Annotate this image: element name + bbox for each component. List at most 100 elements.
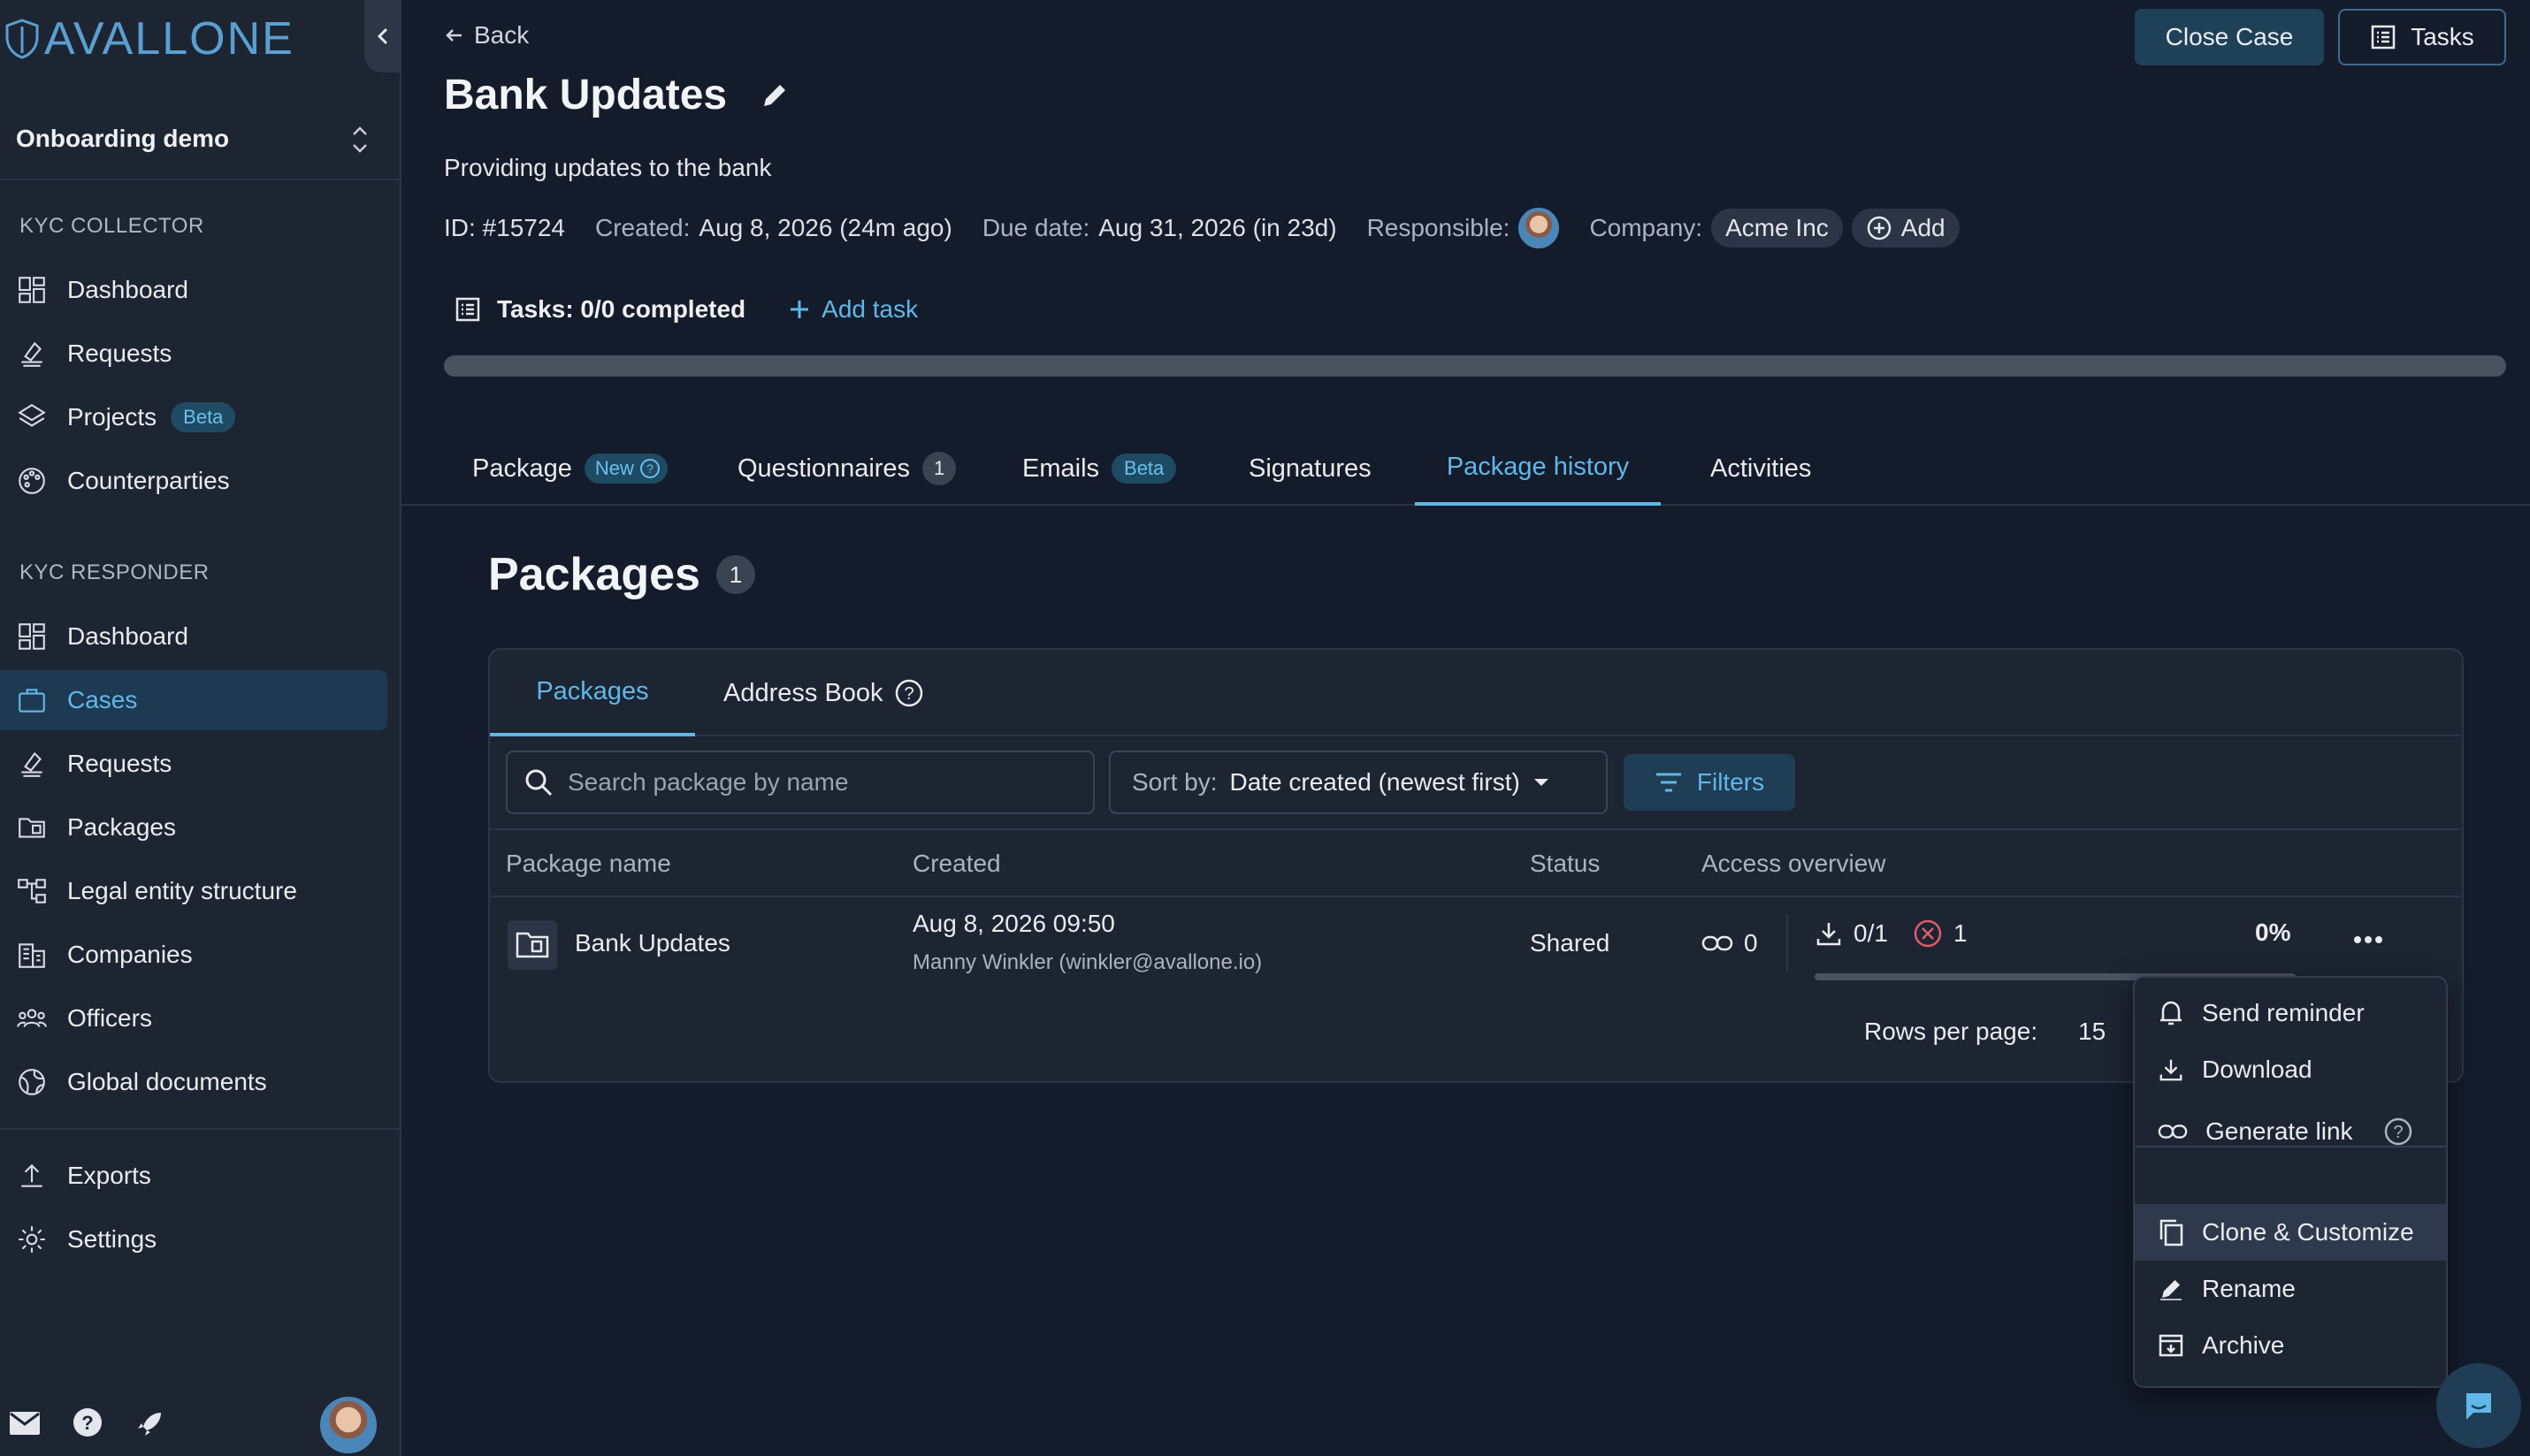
sidebar-item-packages[interactable]: Packages bbox=[0, 797, 387, 858]
sidebar-item-cases[interactable]: Cases bbox=[0, 670, 387, 730]
mail-icon[interactable] bbox=[9, 1411, 41, 1436]
palette-icon bbox=[19, 468, 45, 494]
workspace-name: Onboarding demo bbox=[16, 125, 230, 152]
col-access-overview[interactable]: Access overview bbox=[1701, 850, 1886, 878]
sidebar-item-label: Cases bbox=[67, 686, 138, 713]
section-label-kyc-collector: KYC COLLECTOR bbox=[19, 214, 204, 238]
shield-logo-icon bbox=[5, 19, 39, 59]
rows-per-page-value[interactable]: 15 bbox=[2078, 1018, 2106, 1046]
bell-icon bbox=[2160, 1001, 2182, 1025]
new-badge-label: New bbox=[594, 457, 634, 479]
help-circle-icon[interactable]: ? bbox=[2383, 1117, 2413, 1147]
sidebar-item-exports[interactable]: Exports bbox=[0, 1146, 387, 1206]
sidebar-item-label: Counterparties bbox=[67, 467, 230, 494]
sidebar-item-global-documents[interactable]: Global documents bbox=[0, 1052, 387, 1112]
search-input[interactable] bbox=[568, 768, 1081, 797]
tab-signatures[interactable]: Signatures bbox=[1249, 431, 1372, 506]
tab-package[interactable]: Package New ? bbox=[472, 431, 668, 506]
sidebar-item-projects[interactable]: Projects Beta bbox=[0, 387, 387, 447]
company-key: Company: bbox=[1589, 214, 1703, 241]
created-key: Created: bbox=[595, 214, 691, 241]
menu-archive[interactable]: Archive bbox=[2135, 1317, 2446, 1374]
menu-rename[interactable]: Rename bbox=[2135, 1261, 2446, 1317]
sidebar-item-settings[interactable]: Settings bbox=[0, 1209, 387, 1269]
help-circle-icon: ? bbox=[639, 459, 660, 478]
menu-divider bbox=[2135, 1146, 2446, 1147]
add-task-button[interactable]: Add task bbox=[788, 295, 918, 324]
col-created[interactable]: Created bbox=[913, 850, 1001, 878]
close-case-button[interactable]: Close Case bbox=[2135, 9, 2324, 65]
back-label: Back bbox=[474, 21, 530, 49]
sort-value: Date created (newest first) bbox=[1229, 768, 1520, 796]
collapse-sidebar-button[interactable] bbox=[364, 0, 401, 72]
more-horizontal-icon[interactable] bbox=[2350, 933, 2386, 947]
menu-clone-customize[interactable]: Clone & Customize bbox=[2135, 1204, 2446, 1261]
tab-questionnaires[interactable]: Questionnaires 1 bbox=[738, 431, 957, 506]
dashboard-icon bbox=[19, 623, 45, 650]
sidebar-item-label: Dashboard bbox=[67, 276, 188, 303]
sidebar-item-responder-requests[interactable]: Requests bbox=[0, 734, 387, 794]
sidebar-item-counterparties[interactable]: Counterparties bbox=[0, 451, 387, 511]
package-status: Shared bbox=[1530, 929, 1610, 957]
menu-generate-link[interactable]: Generate link ? bbox=[2135, 1103, 2446, 1160]
package-name[interactable]: Bank Updates bbox=[575, 929, 730, 957]
pencil-icon[interactable] bbox=[757, 78, 792, 113]
svg-text:?: ? bbox=[904, 684, 913, 704]
task-list-icon bbox=[455, 297, 480, 322]
tab-label: Package history bbox=[1446, 452, 1630, 481]
sidebar-item-collector-dashboard[interactable]: Dashboard bbox=[0, 260, 387, 320]
menu-item-label: Archive bbox=[2202, 1331, 2285, 1359]
chat-support-button[interactable] bbox=[2436, 1363, 2521, 1448]
menu-send-reminder[interactable]: Send reminder bbox=[2135, 985, 2446, 1041]
user-avatar[interactable] bbox=[320, 1397, 377, 1453]
svg-text:?: ? bbox=[2393, 1123, 2403, 1142]
sidebar-item-label: Officers bbox=[67, 1004, 152, 1032]
responsible-avatar[interactable] bbox=[1518, 208, 1560, 248]
tab-activities[interactable]: Activities bbox=[1710, 431, 1811, 506]
sidebar-item-responder-dashboard[interactable]: Dashboard bbox=[0, 606, 387, 667]
sidebar-item-collector-requests[interactable]: Requests bbox=[0, 324, 387, 384]
unfold-icon bbox=[353, 126, 367, 153]
sidebar-item-officers[interactable]: Officers bbox=[0, 988, 387, 1048]
links-value: 0 bbox=[1744, 929, 1758, 957]
back-link[interactable]: Back bbox=[444, 21, 529, 50]
sidebar-item-legal-entity-structure[interactable]: Legal entity structure bbox=[0, 861, 387, 921]
packages-heading: Packages 1 bbox=[488, 548, 755, 601]
tasks-button[interactable]: Tasks bbox=[2338, 9, 2506, 65]
folder-icon bbox=[19, 818, 45, 838]
help-circle-icon[interactable]: ? bbox=[894, 678, 924, 708]
package-search[interactable] bbox=[506, 751, 1095, 814]
tab-emails[interactable]: Emails Beta bbox=[1022, 431, 1177, 506]
workspace-switcher[interactable]: Onboarding demo bbox=[0, 99, 400, 180]
new-badge: New ? bbox=[584, 454, 668, 484]
col-package-name[interactable]: Package name bbox=[506, 850, 671, 878]
access-divider bbox=[1786, 915, 1788, 972]
sidebar-item-companies[interactable]: Companies bbox=[0, 925, 387, 985]
subtab-packages[interactable]: Packages bbox=[490, 650, 695, 736]
tab-package-history[interactable]: Package history bbox=[1415, 431, 1661, 506]
help-icon[interactable]: ? bbox=[73, 1407, 103, 1437]
filter-icon bbox=[1655, 773, 1681, 792]
add-company-button[interactable]: Add bbox=[1851, 209, 1960, 248]
col-status[interactable]: Status bbox=[1530, 850, 1600, 878]
subtab-label: Address Book bbox=[723, 678, 883, 707]
packages-title: Packages bbox=[488, 549, 700, 600]
tab-label: Activities bbox=[1710, 454, 1812, 483]
filters-button[interactable]: Filters bbox=[1624, 754, 1795, 811]
rocket-icon[interactable] bbox=[134, 1407, 166, 1439]
pencil-icon bbox=[2160, 1279, 2182, 1300]
sort-select[interactable]: Sort by: Date created (newest first) bbox=[1109, 751, 1608, 814]
brand-logo[interactable]: AVALLONE bbox=[4, 12, 294, 65]
table-header: Package name Created Status Access overv… bbox=[490, 828, 2462, 897]
packages-count: 1 bbox=[715, 555, 755, 594]
briefcase-icon bbox=[19, 689, 45, 713]
subtab-address-book[interactable]: Address Book ? bbox=[723, 650, 924, 736]
links-count[interactable]: 0 bbox=[1701, 929, 1758, 957]
requests-icon bbox=[21, 341, 42, 367]
menu-item-label: Clone & Customize bbox=[2202, 1218, 2414, 1246]
hierarchy-icon bbox=[18, 879, 46, 903]
menu-download[interactable]: Download bbox=[2135, 1041, 2446, 1098]
search-icon bbox=[525, 769, 553, 797]
sidebar-item-label: Companies bbox=[67, 941, 193, 968]
company-chip[interactable]: Acme Inc bbox=[1711, 209, 1843, 248]
